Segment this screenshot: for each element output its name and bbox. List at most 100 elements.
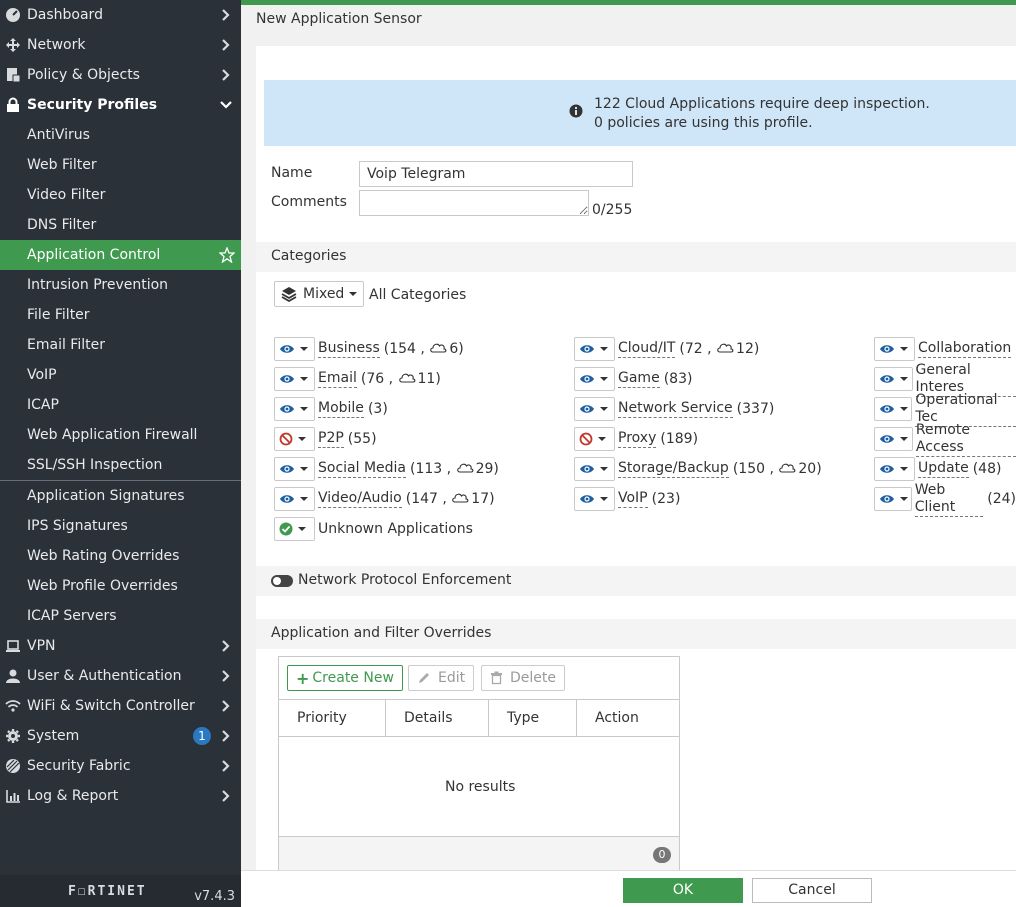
category-name[interactable]: Video/Audio — [318, 490, 402, 508]
category-name[interactable]: Game — [618, 370, 660, 388]
category-count: (24) — [987, 491, 1016, 507]
comments-textarea[interactable] — [359, 190, 589, 216]
sidebar-item-security-profiles[interactable]: Security Profiles — [0, 90, 241, 120]
sidebar-item-dns-filter[interactable]: DNS Filter — [0, 210, 241, 240]
sidebar-item-web-rating-overrides[interactable]: Web Rating Overrides — [0, 541, 241, 571]
category-action-dropdown[interactable] — [274, 427, 315, 451]
sidebar-item-application-control[interactable]: Application Control — [0, 240, 241, 270]
category-action-dropdown[interactable] — [574, 337, 615, 361]
sidebar-item-voip[interactable]: VoIP — [0, 360, 241, 390]
sidebar-item-label: Network — [27, 37, 86, 53]
sidebar-item-icap[interactable]: ICAP — [0, 390, 241, 420]
name-input[interactable] — [359, 161, 633, 187]
create-new-button[interactable]: + Create New — [287, 665, 403, 691]
category-name[interactable]: Mobile — [318, 400, 364, 418]
category-name[interactable]: Business — [318, 340, 380, 358]
sidebar-item-application-signatures[interactable]: Application Signatures — [0, 481, 241, 511]
category-action-dropdown[interactable] — [874, 457, 915, 481]
category-name[interactable]: Network Service — [618, 400, 733, 418]
category-action-dropdown[interactable] — [274, 337, 315, 361]
chevron-down-icon — [600, 377, 608, 381]
sidebar-item-ssl-ssh-inspection[interactable]: SSL/SSH Inspection — [0, 450, 241, 480]
sidebar-item-wifi-switch-controller[interactable]: WiFi & Switch Controller — [0, 691, 241, 721]
category-action-dropdown[interactable] — [874, 397, 913, 421]
chevron-down-icon — [600, 407, 608, 411]
sidebar-item-web-profile-overrides[interactable]: Web Profile Overrides — [0, 571, 241, 601]
sidebar-item-system[interactable]: System 1 — [0, 721, 241, 751]
category-name[interactable]: Web Client — [914, 482, 984, 517]
category-name[interactable]: Storage/Backup — [618, 460, 729, 478]
category-action-dropdown[interactable] — [574, 397, 615, 421]
category-app-count: 113 — [415, 461, 443, 477]
category-action-dropdown[interactable] — [274, 457, 315, 481]
sidebar-item-ips-signatures[interactable]: IPS Signatures — [0, 511, 241, 541]
column-priority[interactable]: Priority — [279, 699, 386, 737]
sidebar-item-vpn[interactable]: VPN — [0, 631, 241, 661]
ok-button[interactable]: OK — [623, 878, 743, 903]
sidebar-item-video-filter[interactable]: Video Filter — [0, 180, 241, 210]
category-action-dropdown[interactable] — [274, 517, 315, 541]
notification-badge: 1 — [193, 727, 211, 745]
sidebar-item-web-filter[interactable]: Web Filter — [0, 150, 241, 180]
sidebar-item-intrusion-prevention[interactable]: Intrusion Prevention — [0, 270, 241, 300]
chevron-right-icon — [219, 7, 233, 23]
sidebar-item-file-filter[interactable]: File Filter — [0, 300, 241, 330]
category-action-dropdown[interactable] — [874, 367, 913, 391]
category-action-dropdown[interactable] — [574, 427, 615, 451]
delete-button[interactable]: Delete — [481, 665, 565, 691]
sidebar-item-label: User & Authentication — [27, 668, 182, 684]
chevron-down-icon — [900, 437, 908, 441]
sidebar-item-label: Video Filter — [27, 187, 106, 203]
category-action-dropdown[interactable] — [874, 427, 913, 451]
sidebar-item-email-filter[interactable]: Email Filter — [0, 330, 241, 360]
row-count-badge: 0 — [653, 847, 671, 863]
sidebar-item-network[interactable]: Network — [0, 30, 241, 60]
overrides-table: + Create New Edit Delete Priority Detail… — [278, 656, 680, 871]
sidebar-item-user-authentication[interactable]: User & Authentication — [0, 661, 241, 691]
category-action-dropdown[interactable] — [874, 337, 915, 361]
star-icon[interactable] — [218, 246, 236, 267]
category-action-dropdown[interactable] — [574, 487, 615, 511]
category-count: (189) — [660, 431, 699, 447]
category-storage-backup: Storage/Backup (150 , 20) — [574, 457, 822, 481]
sidebar-item-icap-servers[interactable]: ICAP Servers — [0, 601, 241, 631]
category-cloud-count: 12 — [736, 341, 754, 357]
column-action[interactable]: Action — [577, 699, 679, 737]
chart-icon — [4, 787, 22, 805]
category-action-dropdown[interactable] — [874, 487, 912, 511]
category-name[interactable]: Social Media — [318, 460, 407, 478]
column-details[interactable]: Details — [386, 699, 489, 737]
protocol-enforcement-toggle[interactable] — [271, 575, 293, 587]
cancel-button[interactable]: Cancel — [752, 878, 872, 903]
sidebar-item-policy-objects[interactable]: Policy & Objects — [0, 60, 241, 90]
sidebar-item-antivirus[interactable]: AntiVirus — [0, 120, 241, 150]
sidebar-item-web-application-firewall[interactable]: Web Application Firewall — [0, 420, 241, 450]
category-name[interactable]: Update — [918, 460, 969, 478]
category-mobile: Mobile (3) — [274, 397, 388, 421]
category-name[interactable]: Cloud/IT — [618, 340, 676, 358]
column-type[interactable]: Type — [489, 699, 577, 737]
category-name[interactable]: Collaboration — [918, 340, 1012, 358]
category-collaboration: Collaboration( — [874, 337, 1016, 361]
category-name[interactable]: Remote Access — [915, 422, 1016, 457]
edit-button[interactable]: Edit — [408, 665, 475, 691]
chevron-down-icon — [298, 527, 306, 531]
category-action-dropdown[interactable] — [274, 487, 315, 511]
category-game: Game (83) — [574, 367, 692, 391]
sidebar-item-label: DNS Filter — [27, 217, 97, 233]
category-action-dropdown[interactable] — [274, 367, 315, 391]
category-name[interactable]: Email — [318, 370, 357, 388]
category-name[interactable]: Proxy — [618, 430, 657, 448]
name-label: Name — [271, 165, 313, 181]
sidebar-item-label: ICAP — [27, 397, 59, 413]
category-mode-dropdown[interactable]: Mixed — [274, 281, 365, 307]
category-action-dropdown[interactable] — [574, 457, 615, 481]
category-name[interactable]: P2P — [318, 430, 344, 448]
sidebar-item-dashboard[interactable]: Dashboard — [0, 0, 241, 30]
sidebar-item-log-report[interactable]: Log & Report — [0, 781, 241, 811]
category-action-dropdown[interactable] — [274, 397, 315, 421]
chevron-down-icon — [600, 347, 608, 351]
category-action-dropdown[interactable] — [574, 367, 615, 391]
category-name[interactable]: VoIP — [618, 490, 648, 508]
sidebar-item-security-fabric[interactable]: Security Fabric — [0, 751, 241, 781]
